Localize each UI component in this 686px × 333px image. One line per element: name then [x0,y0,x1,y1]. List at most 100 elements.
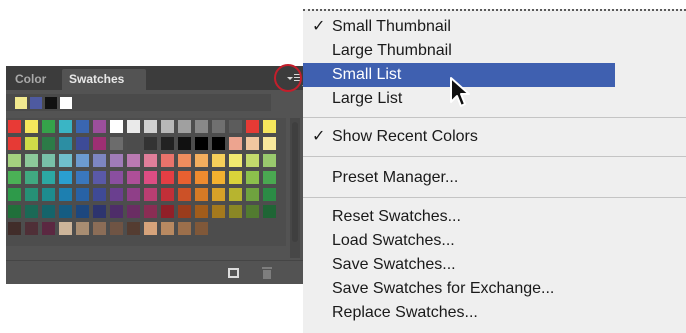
color-swatch[interactable] [212,171,225,184]
menu-item-save-swatches-for-exchange[interactable]: Save Swatches for Exchange... [303,277,615,301]
color-swatch[interactable] [76,137,89,150]
color-swatch[interactable] [127,205,140,218]
color-swatch[interactable] [25,120,38,133]
color-swatch[interactable] [8,205,21,218]
color-swatch[interactable] [59,188,72,201]
color-swatch[interactable] [229,171,242,184]
color-swatch[interactable] [212,205,225,218]
color-swatch[interactable] [161,154,174,167]
color-swatch[interactable] [76,205,89,218]
color-swatch[interactable] [195,154,208,167]
color-swatch[interactable] [8,222,21,235]
color-swatch[interactable] [229,205,242,218]
color-swatch[interactable] [76,154,89,167]
color-swatch[interactable] [178,205,191,218]
color-swatch[interactable] [195,171,208,184]
color-swatch[interactable] [42,154,55,167]
menu-item-reset-swatches[interactable]: Reset Swatches... [303,205,615,229]
color-swatch[interactable] [110,154,123,167]
color-swatch[interactable] [178,154,191,167]
recent-color-swatch[interactable] [60,97,72,109]
menu-item-load-swatches[interactable]: Load Swatches... [303,229,615,253]
menu-item-preset-manager[interactable]: Preset Manager... [303,166,615,190]
color-swatch[interactable] [127,137,140,150]
color-swatch[interactable] [246,137,259,150]
color-swatch[interactable] [59,171,72,184]
color-swatch[interactable] [178,120,191,133]
color-swatch[interactable] [42,222,55,235]
color-swatch[interactable] [42,120,55,133]
tab-color[interactable]: Color [8,69,58,90]
menu-item-large-thumbnail[interactable]: Large Thumbnail [303,39,615,63]
color-swatch[interactable] [59,137,72,150]
color-swatch[interactable] [144,120,157,133]
color-swatch[interactable] [110,188,123,201]
color-swatch[interactable] [25,205,38,218]
color-swatch[interactable] [229,120,242,133]
color-swatch[interactable] [42,205,55,218]
color-swatch[interactable] [76,120,89,133]
color-swatch[interactable] [110,205,123,218]
color-swatch[interactable] [93,188,106,201]
color-swatch[interactable] [76,222,89,235]
color-swatch[interactable] [178,137,191,150]
color-swatch[interactable] [144,188,157,201]
color-swatch[interactable] [76,188,89,201]
color-swatch[interactable] [263,154,276,167]
color-swatch[interactable] [195,137,208,150]
color-swatch[interactable] [42,171,55,184]
color-swatch[interactable] [59,154,72,167]
color-swatch[interactable] [195,222,208,235]
color-swatch[interactable] [144,171,157,184]
color-swatch[interactable] [161,222,174,235]
color-swatch[interactable] [93,222,106,235]
tab-swatches[interactable]: Swatches [62,69,146,90]
color-swatch[interactable] [144,154,157,167]
color-swatch[interactable] [25,137,38,150]
color-swatch[interactable] [93,171,106,184]
color-swatch[interactable] [8,171,21,184]
color-swatch[interactable] [127,171,140,184]
color-swatch[interactable] [42,137,55,150]
color-swatch[interactable] [246,154,259,167]
trash-icon[interactable] [262,267,272,279]
color-swatch[interactable] [93,154,106,167]
color-swatch[interactable] [25,171,38,184]
color-swatch[interactable] [212,154,225,167]
color-swatch[interactable] [59,222,72,235]
color-swatch[interactable] [59,205,72,218]
color-swatch[interactable] [195,188,208,201]
color-swatch[interactable] [110,222,123,235]
color-swatch[interactable] [127,222,140,235]
color-swatch[interactable] [93,205,106,218]
color-swatch[interactable] [25,154,38,167]
color-swatch[interactable] [229,188,242,201]
menu-item-small-thumbnail[interactable]: ✓ Small Thumbnail [303,15,615,39]
color-swatch[interactable] [246,188,259,201]
scrollbar-thumb[interactable] [292,122,298,242]
color-swatch[interactable] [110,171,123,184]
color-swatch[interactable] [127,120,140,133]
color-swatch[interactable] [246,205,259,218]
color-swatch[interactable] [263,205,276,218]
color-swatch[interactable] [161,205,174,218]
menu-item-replace-swatches[interactable]: Replace Swatches... [303,301,615,325]
color-swatch[interactable] [212,120,225,133]
color-swatch[interactable] [263,137,276,150]
color-swatch[interactable] [144,222,157,235]
color-swatch[interactable] [76,171,89,184]
color-swatch[interactable] [8,154,21,167]
color-swatch[interactable] [161,171,174,184]
recent-color-swatch[interactable] [30,97,42,109]
color-swatch[interactable] [161,120,174,133]
swatch-scrollbar[interactable] [290,118,300,258]
color-swatch[interactable] [161,137,174,150]
color-swatch[interactable] [178,188,191,201]
color-swatch[interactable] [229,154,242,167]
color-swatch[interactable] [212,137,225,150]
color-swatch[interactable] [246,120,259,133]
color-swatch[interactable] [263,171,276,184]
color-swatch[interactable] [195,120,208,133]
color-swatch[interactable] [263,188,276,201]
color-swatch[interactable] [8,137,21,150]
